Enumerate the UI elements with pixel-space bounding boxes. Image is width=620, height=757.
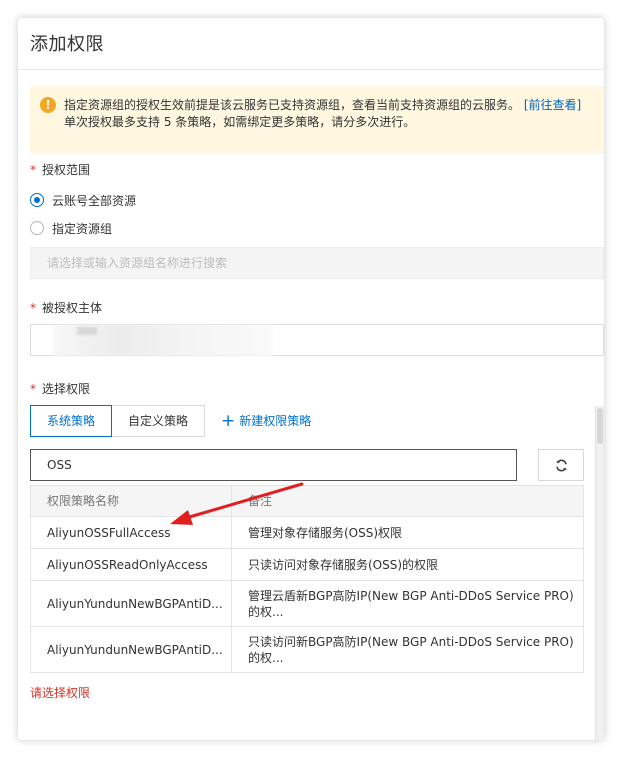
policy-search-input[interactable]: OSS (30, 449, 517, 481)
table-row[interactable]: AliyunYundunNewBGPAntiD... 管理云盾新BGP高防IP(… (31, 581, 583, 627)
radio-all-resources-label: 云账号全部资源 (52, 193, 137, 208)
policy-type-tabs: 系统策略 自定义策略 (30, 405, 206, 437)
notice-line-1: 指定资源组的授权生效前提是该云服务已支持资源组，查看当前支持资源组的云服务。 [… (64, 96, 581, 113)
table-header-row: 权限策略名称 备注 (31, 486, 583, 517)
subject-input[interactable] (30, 324, 604, 356)
required-mark: * (30, 163, 36, 177)
radio-resource-group[interactable]: 指定资源组 (30, 219, 112, 237)
radio-checked-icon[interactable] (30, 193, 44, 207)
tab-system-policy[interactable]: 系统策略 (30, 405, 113, 437)
policy-table: 权限策略名称 备注 AliyunOSSFullAccess 管理对象存储服务(O… (30, 485, 584, 673)
warning-icon: ! (40, 97, 56, 113)
new-policy-label: 新建权限策略 (239, 414, 312, 428)
refresh-icon (556, 459, 567, 472)
policy-name: AliyunOSSReadOnlyAccess (31, 549, 232, 580)
resource-group-input[interactable]: 请选择或输入资源组名称进行搜索 (30, 247, 604, 279)
notice-line-2: 单次授权最多支持 5 条策略，如需绑定更多策略，请分多次进行。 (64, 115, 416, 129)
redacted-value-mark (77, 327, 97, 335)
policy-note: 管理对象存储服务(OSS)权限 (248, 525, 403, 540)
scrollbar[interactable] (595, 406, 604, 740)
add-permission-dialog: 添加权限 ! 指定资源组的授权生效前提是该云服务已支持资源组，查看当前支持资源组… (18, 18, 604, 740)
plus-icon: + (221, 410, 236, 431)
scope-label: * 授权范围 (30, 161, 90, 178)
required-mark: * (30, 382, 36, 396)
notice-banner: ! 指定资源组的授权生效前提是该云服务已支持资源组，查看当前支持资源组的云服务。… (30, 86, 604, 154)
policy-name: AliyunYundunNewBGPAntiD... (31, 581, 232, 626)
table-row[interactable]: AliyunYundunNewBGPAntiD... 只读访问新BGP高防IP(… (31, 627, 583, 673)
column-header-name: 权限策略名称 (31, 486, 232, 516)
required-mark: * (30, 301, 36, 315)
permissions-error: 请选择权限 (30, 686, 91, 700)
dialog-header: 添加权限 (18, 18, 604, 70)
tab-custom-policy[interactable]: 自定义策略 (112, 405, 206, 437)
new-policy-link[interactable]: + 新建权限策略 (221, 412, 311, 429)
policy-name: AliyunYundunNewBGPAntiD... (31, 627, 232, 672)
column-header-note: 备注 (248, 494, 273, 508)
policy-note: 只读访问对象存储服务(OSS)的权限 (248, 557, 439, 572)
refresh-button[interactable] (538, 449, 584, 481)
policy-note: 只读访问新BGP高防IP(New BGP Anti-DDoS Service P… (248, 634, 574, 665)
policy-name: AliyunOSSFullAccess (31, 517, 232, 548)
policy-note: 管理云盾新BGP高防IP(New BGP Anti-DDoS Service P… (248, 588, 574, 619)
notice-link[interactable]: [前往查看] (524, 98, 581, 112)
table-row[interactable]: AliyunOSSFullAccess 管理对象存储服务(OSS)权限 (31, 517, 583, 549)
radio-all-resources[interactable]: 云账号全部资源 (30, 191, 136, 209)
permissions-label: * 选择权限 (30, 380, 90, 397)
scope-label-text: 授权范围 (42, 163, 91, 177)
scrollbar-thumb[interactable] (597, 408, 603, 444)
dialog-title: 添加权限 (30, 34, 104, 55)
table-row[interactable]: AliyunOSSReadOnlyAccess 只读访问对象存储服务(OSS)的… (31, 549, 583, 581)
radio-resource-group-label: 指定资源组 (52, 221, 113, 236)
subject-label: * 被授权主体 (30, 299, 102, 316)
permissions-label-text: 选择权限 (42, 382, 91, 396)
notice-text-1: 指定资源组的授权生效前提是该云服务已支持资源组，查看当前支持资源组的云服务。 (64, 98, 521, 112)
subject-label-text: 被授权主体 (42, 301, 103, 315)
radio-unchecked-icon[interactable] (30, 221, 44, 235)
